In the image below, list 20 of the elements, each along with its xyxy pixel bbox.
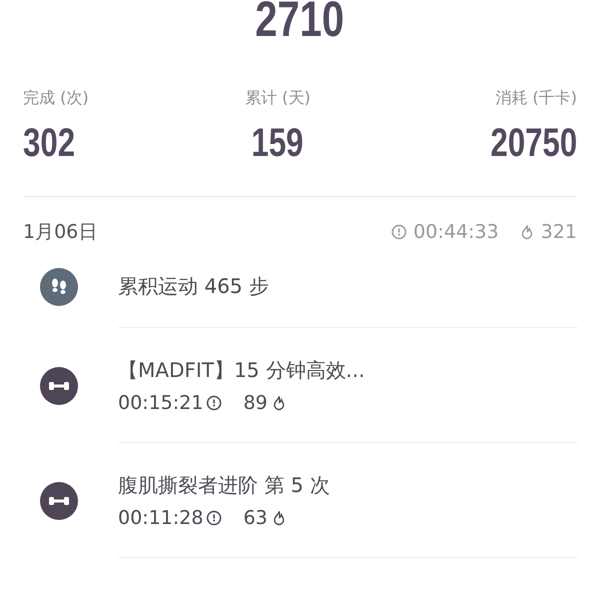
dumbbell-icon	[40, 366, 78, 404]
record-title: 【MADFIT】15 分钟高效...	[118, 356, 366, 384]
stat-label: 消耗 (千卡)	[495, 88, 577, 109]
dumbbell-icon	[40, 482, 78, 520]
footprints-icon	[40, 268, 78, 306]
calories-text: 89	[243, 392, 268, 414]
stat-value: 20750	[490, 121, 577, 166]
stat-value: 159	[252, 121, 304, 166]
duration-text: 00:11:28	[118, 506, 204, 528]
date-label: 1月06日	[23, 220, 98, 245]
stat-label: 累计 (天)	[244, 88, 311, 109]
stat-label: 完成 (次)	[23, 88, 89, 109]
record-title: 腹肌撕裂者进阶 第 5 次	[118, 472, 331, 498]
calories-text: 63	[243, 506, 268, 528]
duration-text: 00:44:33	[413, 221, 499, 243]
record-title: 累积运动 465 步	[118, 272, 270, 300]
duration-text: 00:15:21	[118, 392, 204, 414]
total-value: 2710	[256, 0, 344, 44]
calories-text: 321	[540, 221, 577, 243]
stat-value: 302	[23, 121, 76, 166]
